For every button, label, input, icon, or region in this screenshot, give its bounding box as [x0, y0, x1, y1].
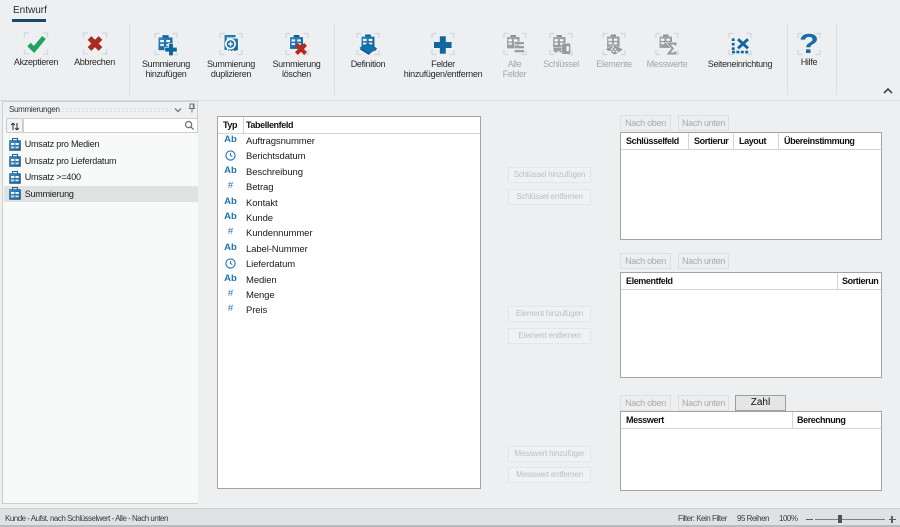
- svg-text:?: ?: [799, 32, 819, 56]
